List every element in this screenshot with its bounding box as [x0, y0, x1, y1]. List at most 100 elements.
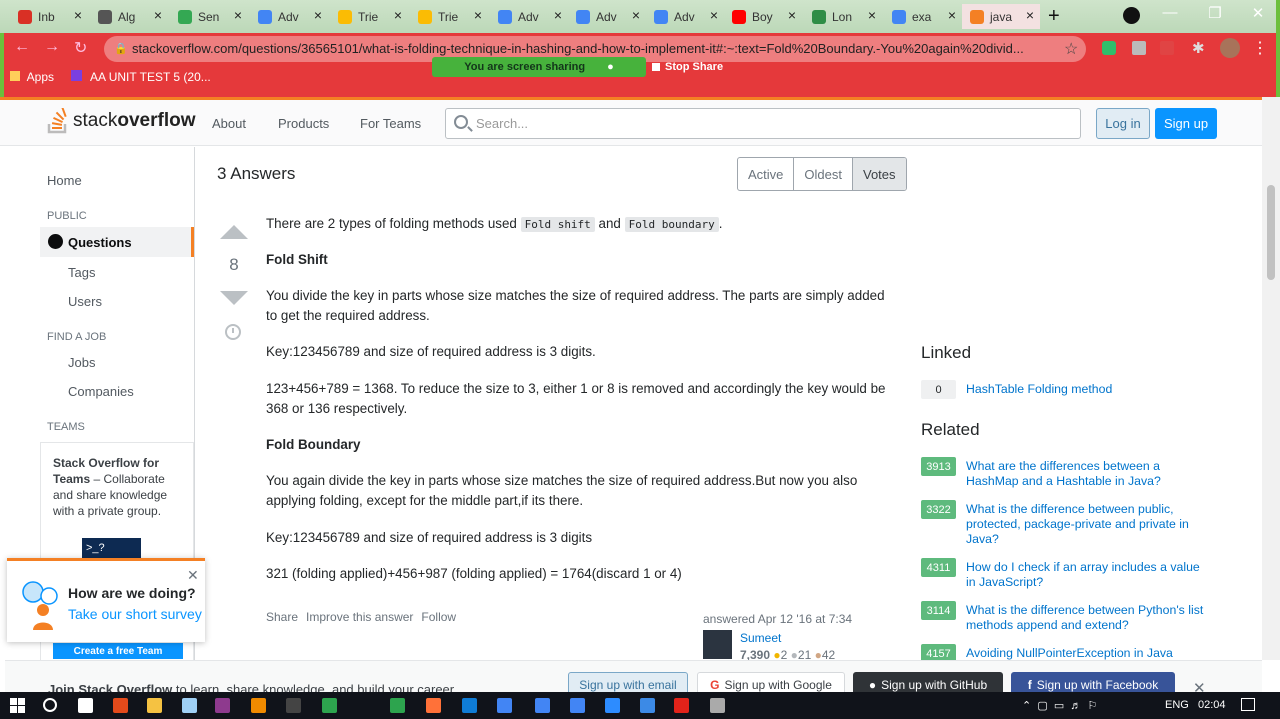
- sidebar-item-tags[interactable]: Tags: [68, 265, 95, 280]
- extension-icon[interactable]: [1102, 41, 1116, 55]
- sidebar-item-label[interactable]: Questions: [68, 235, 132, 250]
- downvote-arrow-icon[interactable]: [220, 291, 248, 305]
- forward-icon[interactable]: →: [44, 38, 60, 56]
- browser-tab[interactable]: Adv ×: [568, 4, 646, 29]
- site-logo[interactable]: stack overflow: [47, 108, 195, 134]
- sidebar-item-companies[interactable]: Companies: [68, 384, 134, 399]
- firefox-icon[interactable]: [426, 698, 441, 713]
- chrome-icon[interactable]: [535, 698, 550, 713]
- close-tab-icon[interactable]: ×: [230, 7, 246, 23]
- menu-dots-icon[interactable]: ⋮: [1252, 38, 1268, 58]
- avatar[interactable]: [703, 630, 732, 659]
- clock[interactable]: 02:04: [1198, 699, 1226, 711]
- close-tab-icon[interactable]: ×: [470, 7, 486, 23]
- browser-tab[interactable]: Alg ×: [90, 4, 168, 29]
- tray-icons[interactable]: ⌃ ▢ ▭ ♬ ⚐: [1022, 699, 1097, 712]
- scrollbar-thumb[interactable]: [1267, 185, 1275, 280]
- notepad-icon[interactable]: [182, 698, 197, 713]
- tab-oldest[interactable]: Oldest: [794, 158, 853, 190]
- bookmark-aa-unit-test[interactable]: AA UNIT TEST 5 (20...: [90, 70, 211, 84]
- browser-tab[interactable]: Adv ×: [490, 4, 568, 29]
- close-tab-icon[interactable]: ×: [864, 7, 880, 23]
- share-link[interactable]: Share: [266, 610, 298, 624]
- browser-tab[interactable]: Inb ×: [10, 4, 88, 29]
- close-tab-icon[interactable]: ×: [706, 7, 722, 23]
- user-name-link[interactable]: Sumeet: [740, 631, 781, 645]
- close-tab-icon[interactable]: ×: [390, 7, 406, 23]
- language-indicator[interactable]: ENG: [1165, 699, 1189, 711]
- minimize-icon[interactable]: —: [1150, 4, 1190, 21]
- close-icon[interactable]: ✕: [1193, 679, 1206, 692]
- profile-icon[interactable]: [1123, 7, 1140, 24]
- improve-answer-link[interactable]: Improve this answer: [306, 610, 413, 624]
- close-tab-icon[interactable]: ×: [70, 7, 86, 23]
- vlc-icon[interactable]: [251, 698, 266, 713]
- sidebar-item-home[interactable]: Home: [47, 173, 82, 188]
- winrar-icon[interactable]: [215, 698, 230, 713]
- search-icon[interactable]: [43, 698, 57, 712]
- new-tab-button[interactable]: +: [1048, 5, 1060, 28]
- related-question-link[interactable]: What are the differences between a HashM…: [966, 459, 1206, 489]
- terminal-icon[interactable]: [286, 698, 301, 713]
- tab-active[interactable]: Active: [738, 158, 795, 190]
- related-question-link[interactable]: What is the difference between Python's …: [966, 603, 1206, 633]
- search-input[interactable]: Search...: [445, 108, 1081, 139]
- bookmark-apps[interactable]: Apps: [27, 70, 54, 84]
- browser-tab[interactable]: Adv ×: [250, 4, 328, 29]
- extension-icon[interactable]: [1132, 41, 1146, 55]
- close-tab-icon[interactable]: ×: [550, 7, 566, 23]
- related-question-link[interactable]: How do I check if an array includes a va…: [966, 560, 1206, 590]
- close-icon[interactable]: ✕: [187, 567, 199, 584]
- close-tab-icon[interactable]: ×: [628, 7, 644, 23]
- nav-products[interactable]: Products: [278, 116, 329, 131]
- tab-votes[interactable]: Votes: [852, 158, 906, 190]
- sidebar-item-jobs[interactable]: Jobs: [68, 355, 95, 370]
- windows-start-icon[interactable]: [10, 698, 25, 713]
- signup-github-button[interactable]: ● Sign up with GitHub: [853, 672, 1003, 692]
- reload-icon[interactable]: ↻: [74, 38, 87, 58]
- edge-icon[interactable]: [462, 698, 477, 713]
- stop-share-button[interactable]: Stop Share: [652, 58, 723, 76]
- signup-button[interactable]: Sign up: [1155, 108, 1217, 139]
- close-tab-icon[interactable]: ×: [784, 7, 800, 23]
- url-text[interactable]: stackoverflow.com/questions/36565101/wha…: [132, 41, 1052, 56]
- file-explorer-icon[interactable]: [147, 698, 162, 713]
- app-icon[interactable]: [640, 698, 655, 713]
- app-icon[interactable]: [390, 698, 405, 713]
- close-tab-icon[interactable]: ×: [310, 7, 326, 23]
- upvote-arrow-icon[interactable]: [220, 225, 248, 239]
- back-icon[interactable]: ←: [14, 38, 30, 56]
- notification-icon[interactable]: [1241, 698, 1255, 711]
- avatar[interactable]: [1220, 38, 1240, 58]
- pdf-icon[interactable]: [674, 698, 689, 713]
- scrollbar[interactable]: [1262, 97, 1280, 660]
- zoom-icon[interactable]: [605, 698, 620, 713]
- apps-icon[interactable]: [10, 71, 20, 81]
- history-icon[interactable]: [225, 324, 241, 340]
- browser-tab[interactable]: Boy ×: [724, 4, 802, 29]
- browser-tab[interactable]: Lon ×: [804, 4, 882, 29]
- office-icon[interactable]: [113, 698, 128, 713]
- nav-about[interactable]: About: [212, 116, 246, 131]
- survey-link[interactable]: Take our short survey: [68, 606, 202, 622]
- follow-link[interactable]: Follow: [421, 610, 456, 624]
- signup-email-button[interactable]: Sign up with email: [568, 672, 688, 692]
- browser-tab[interactable]: Trie ×: [410, 4, 488, 29]
- close-tab-icon[interactable]: ×: [150, 7, 166, 23]
- close-window-icon[interactable]: ✕: [1238, 4, 1278, 22]
- close-tab-icon[interactable]: ×: [1022, 7, 1038, 23]
- browser-tab[interactable]: java ×: [962, 4, 1040, 29]
- app-icon[interactable]: [322, 698, 337, 713]
- browser-tab[interactable]: exa ×: [884, 4, 962, 29]
- create-team-button[interactable]: Create a free Team: [53, 643, 183, 659]
- bookmark-star-icon[interactable]: ☆: [1064, 39, 1078, 59]
- restore-icon[interactable]: ❐: [1195, 4, 1235, 22]
- close-tab-icon[interactable]: ×: [944, 7, 960, 23]
- browser-tab[interactable]: Sen ×: [170, 4, 248, 29]
- login-button[interactable]: Log in: [1096, 108, 1150, 139]
- extensions-puzzle-icon[interactable]: ✱: [1192, 39, 1205, 57]
- chrome-icon[interactable]: [497, 698, 512, 713]
- extension-icon[interactable]: [1160, 41, 1174, 55]
- task-view-icon[interactable]: [78, 698, 93, 713]
- chrome-icon[interactable]: [570, 698, 585, 713]
